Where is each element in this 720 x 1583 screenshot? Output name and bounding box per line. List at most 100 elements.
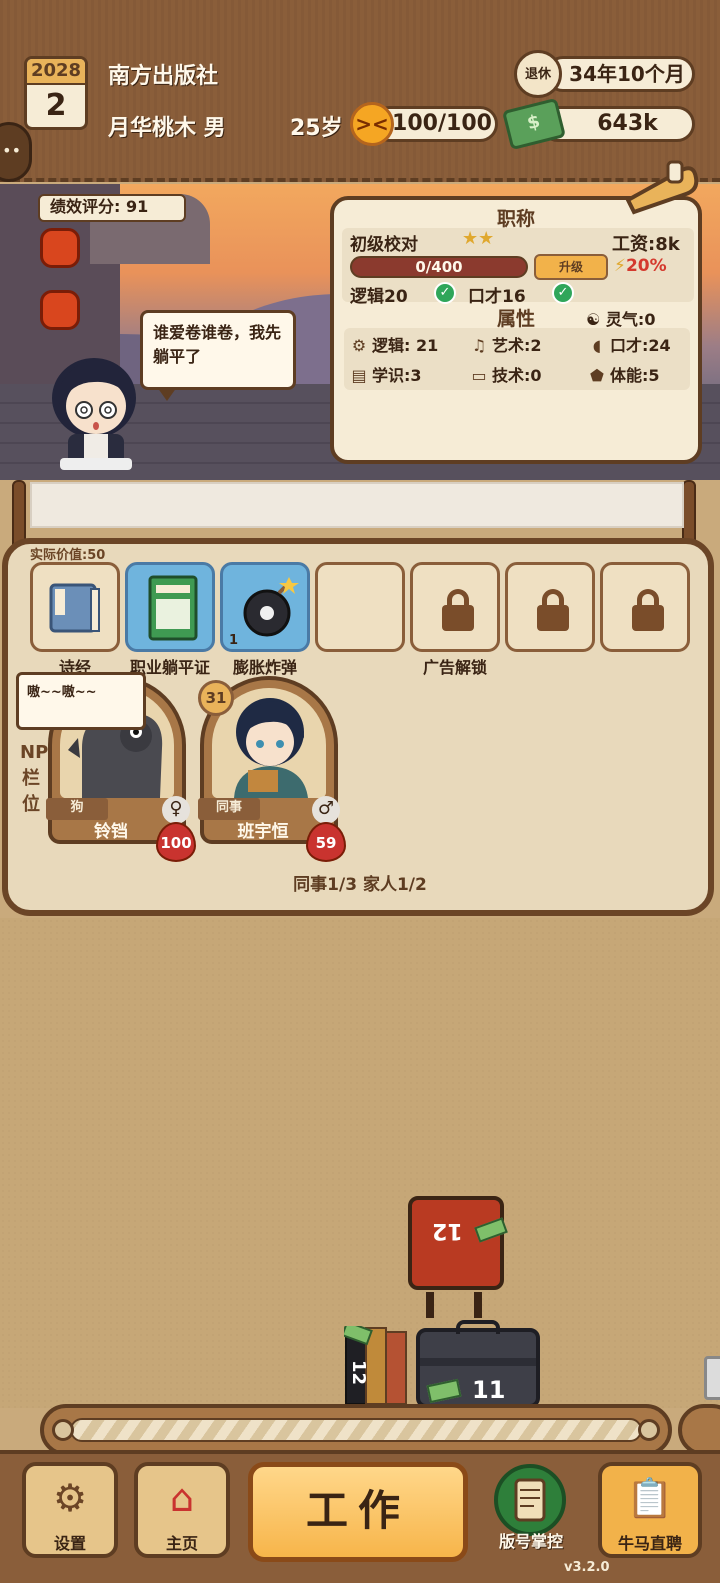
- side-menu-tab[interactable]: ••: [0, 122, 32, 182]
- ad-unlock-label[interactable]: 广告解锁: [410, 654, 500, 678]
- attr-knowledge: ▤ 学识:3: [350, 362, 421, 386]
- inventory-slot-locked[interactable]: [410, 562, 500, 652]
- gear-icon: ⚙: [351, 336, 367, 355]
- case-handle: [474, 1292, 482, 1318]
- inventory-slot-empty[interactable]: [315, 562, 405, 652]
- favor-heart: 59: [306, 822, 346, 862]
- female-icon: ♀: [162, 796, 190, 824]
- lock-icon-body: [632, 605, 664, 631]
- attr-speech: ◖ 口才:24: [588, 332, 671, 356]
- case-handle: [426, 1292, 434, 1318]
- npc-name: 班宇恒: [237, 822, 289, 842]
- case-handle: [456, 1320, 500, 1334]
- lips-icon: ◖: [592, 336, 602, 355]
- spirit-stat: ☯ 灵气:0: [586, 306, 655, 330]
- attr-art-value: 艺术:2: [492, 336, 542, 355]
- hire-label: 牛马直聘: [617, 1534, 682, 1553]
- performance-score: 绩效评分: 91: [38, 194, 186, 222]
- job-xp-bar: 0/400: [350, 256, 528, 278]
- npc-count: 同事1/3 家人1/2: [293, 875, 427, 895]
- job-bonus: ⚡20%: [614, 256, 667, 276]
- npc-name: 铃铛: [94, 822, 128, 842]
- upgrade-button[interactable]: 升级: [534, 254, 608, 280]
- card-count: 12: [348, 1359, 370, 1386]
- settings-button[interactable]: ⚙ 设置: [22, 1462, 118, 1558]
- clipboard-icon: 📋: [626, 1476, 674, 1520]
- attr-stamina: ⬟ 体能:5: [588, 362, 660, 386]
- home-icon: ⌂: [169, 1476, 195, 1520]
- retire-countdown: 34年10个月: [545, 56, 695, 92]
- retire-cat-icon[interactable]: 退休: [514, 50, 562, 98]
- card-count: 11: [472, 1376, 506, 1404]
- home-button[interactable]: ⌂ 主页: [134, 1462, 230, 1558]
- npc-tag: 狗: [46, 798, 108, 820]
- license-control-label: 版号掌控: [498, 1532, 563, 1551]
- npc-speech-bubble: 嗷~~嗷~~: [16, 672, 146, 730]
- npc-slot-label: NPC栏位: [20, 742, 62, 815]
- job-stars: ★★: [462, 228, 495, 249]
- poetry-book-icon: [49, 583, 100, 633]
- bomb-icon: [243, 577, 299, 637]
- version-label: v3.2.0: [564, 1560, 610, 1575]
- settings-label: 设置: [53, 1534, 86, 1553]
- item-label: 膨胀炸弹: [232, 658, 297, 677]
- npc-tag: 同事: [198, 798, 260, 820]
- lantern-icon: [40, 290, 80, 330]
- player-speech-bubble: 谁爱卷谁卷，我先躺平了: [140, 310, 296, 401]
- rail-knob: [52, 1419, 74, 1441]
- certificate-icon: [148, 575, 198, 641]
- player-avatar[interactable]: [44, 346, 144, 472]
- book-icon: ▤: [351, 366, 367, 385]
- item-count: 1: [229, 633, 239, 648]
- calendar-year: 2028: [27, 59, 85, 85]
- lock-icon-body: [442, 605, 474, 631]
- attr-tech-value: 技术:0: [492, 366, 542, 385]
- inventory-slot-2[interactable]: [125, 562, 215, 652]
- check-icon: ✓: [434, 282, 456, 304]
- calendar-date: 2028 2: [24, 56, 88, 130]
- spirit-value: 灵气:0: [605, 310, 656, 329]
- cash-icon: [426, 1378, 462, 1404]
- gear-icon: ⚙: [52, 1476, 88, 1520]
- progress-track: [70, 1418, 642, 1442]
- favor-heart: 100: [156, 822, 196, 862]
- inventory-slot-locked[interactable]: [505, 562, 595, 652]
- book-stack-card[interactable]: 12: [341, 1320, 410, 1406]
- inventory-slot-locked[interactable]: [600, 562, 690, 652]
- npc-level-badge: 31: [198, 680, 234, 716]
- offscreen-card[interactable]: [704, 1356, 720, 1400]
- inventory-slot-1[interactable]: [30, 562, 120, 652]
- inventory-value: 实际价值:50: [30, 548, 106, 563]
- attr-logic: ⚙ 逻辑: 21: [350, 332, 438, 356]
- attr-art: ♫ 艺术:2: [470, 332, 542, 356]
- job-salary: 工资:8k: [612, 234, 680, 255]
- job-bonus-value: 20%: [625, 256, 667, 276]
- calendar-day: 2: [45, 88, 67, 123]
- lightning-icon: ⚡: [614, 256, 626, 276]
- work-button[interactable]: 工作: [248, 1462, 468, 1562]
- progress-rail: [40, 1404, 672, 1456]
- job-title: 初级校对: [350, 235, 418, 255]
- hire-button[interactable]: 📋 牛马直聘: [598, 1462, 702, 1558]
- cash-icon: [474, 1217, 508, 1243]
- red-suitcase-card[interactable]: 12: [408, 1196, 508, 1318]
- rail-knob: [638, 1419, 660, 1441]
- money-value: 643k: [540, 106, 695, 142]
- home-label: 主页: [165, 1534, 198, 1553]
- mood-face-icon[interactable]: ><: [350, 102, 394, 146]
- dark-suitcase-card[interactable]: 11: [416, 1320, 540, 1408]
- clipboard-clip-icon: [620, 160, 700, 216]
- attr-logic-value: 逻辑: 21: [372, 336, 439, 355]
- license-control-button[interactable]: 版号掌控: [488, 1460, 574, 1560]
- case-stripe: [420, 1358, 536, 1366]
- yin-yang-icon: ☯: [586, 310, 606, 329]
- message-bar: [30, 482, 684, 528]
- lantern-icon: [40, 228, 80, 268]
- progress-rail-next: [678, 1404, 720, 1456]
- inventory-slot-3[interactable]: 1: [220, 562, 310, 652]
- company-name: 南方出版社: [108, 64, 219, 89]
- attr-tech: ▭ 技术:0: [470, 362, 542, 386]
- attr-speech-value: 口才:24: [610, 336, 671, 355]
- male-icon: ♂: [312, 796, 340, 824]
- player-name: 月华桃木 男: [108, 116, 226, 141]
